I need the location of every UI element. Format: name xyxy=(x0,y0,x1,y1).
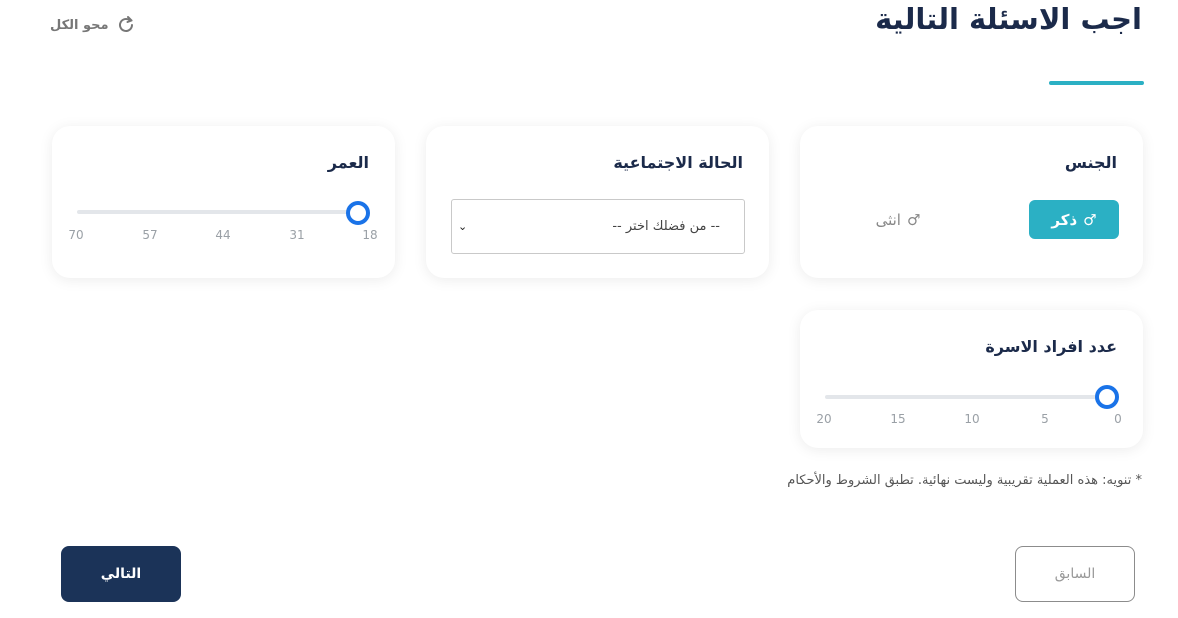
female-icon: ♂ xyxy=(906,210,921,229)
clear-all-label: محو الكل xyxy=(50,17,109,33)
age-tick: 31 xyxy=(289,228,305,242)
marital-status-label: الحالة الاجتماعية xyxy=(613,153,743,172)
age-slider-track[interactable] xyxy=(77,210,359,214)
family-tick: 0 xyxy=(1114,412,1122,426)
age-tick: 18 xyxy=(362,228,378,242)
age-card: العمر 18 31 44 57 70 xyxy=(52,126,395,278)
family-tick: 5 xyxy=(1041,412,1049,426)
gender-female-label: انثى xyxy=(875,210,901,229)
gender-card: الجنس ♂ ذكر ♂ انثى xyxy=(800,126,1143,278)
gender-male-label: ذكر xyxy=(1051,210,1078,229)
age-tick: 44 xyxy=(215,228,231,242)
marital-status-select[interactable]: ⌄ -- من فضلك اختر -- xyxy=(451,199,745,254)
family-tick: 15 xyxy=(890,412,906,426)
age-label: العمر xyxy=(327,153,369,172)
marital-status-card: الحالة الاجتماعية ⌄ -- من فضلك اختر -- xyxy=(426,126,769,278)
next-button[interactable]: التالي xyxy=(61,546,181,602)
family-tick: 10 xyxy=(964,412,980,426)
age-slider-thumb[interactable] xyxy=(346,201,370,225)
refresh-icon xyxy=(115,14,137,36)
family-members-label: عدد افراد الاسرة xyxy=(985,337,1117,356)
family-slider-track[interactable] xyxy=(825,395,1110,399)
title-underline xyxy=(1049,81,1144,85)
clear-all-button[interactable]: محو الكل xyxy=(50,14,137,36)
family-slider-thumb[interactable] xyxy=(1095,385,1119,409)
family-tick: 20 xyxy=(816,412,832,426)
gender-male-button[interactable]: ♂ ذكر xyxy=(1029,200,1119,239)
age-tick: 70 xyxy=(68,228,84,242)
gender-label: الجنس xyxy=(1064,153,1117,172)
male-icon: ♂ xyxy=(1083,210,1097,229)
age-tick: 57 xyxy=(142,228,158,242)
chevron-down-icon: ⌄ xyxy=(458,220,468,233)
gender-female-button[interactable]: ♂ انثى xyxy=(868,200,928,239)
family-members-card: عدد افراد الاسرة 0 5 10 15 20 xyxy=(800,310,1143,448)
disclaimer-notice: * تنويه: هذه العملية تقريبية وليست نهائي… xyxy=(787,473,1142,488)
marital-status-value: -- من فضلك اختر -- xyxy=(612,219,720,234)
previous-button[interactable]: السابق xyxy=(1015,546,1135,602)
page-title: اجب الاسئلة التالية xyxy=(875,2,1142,36)
